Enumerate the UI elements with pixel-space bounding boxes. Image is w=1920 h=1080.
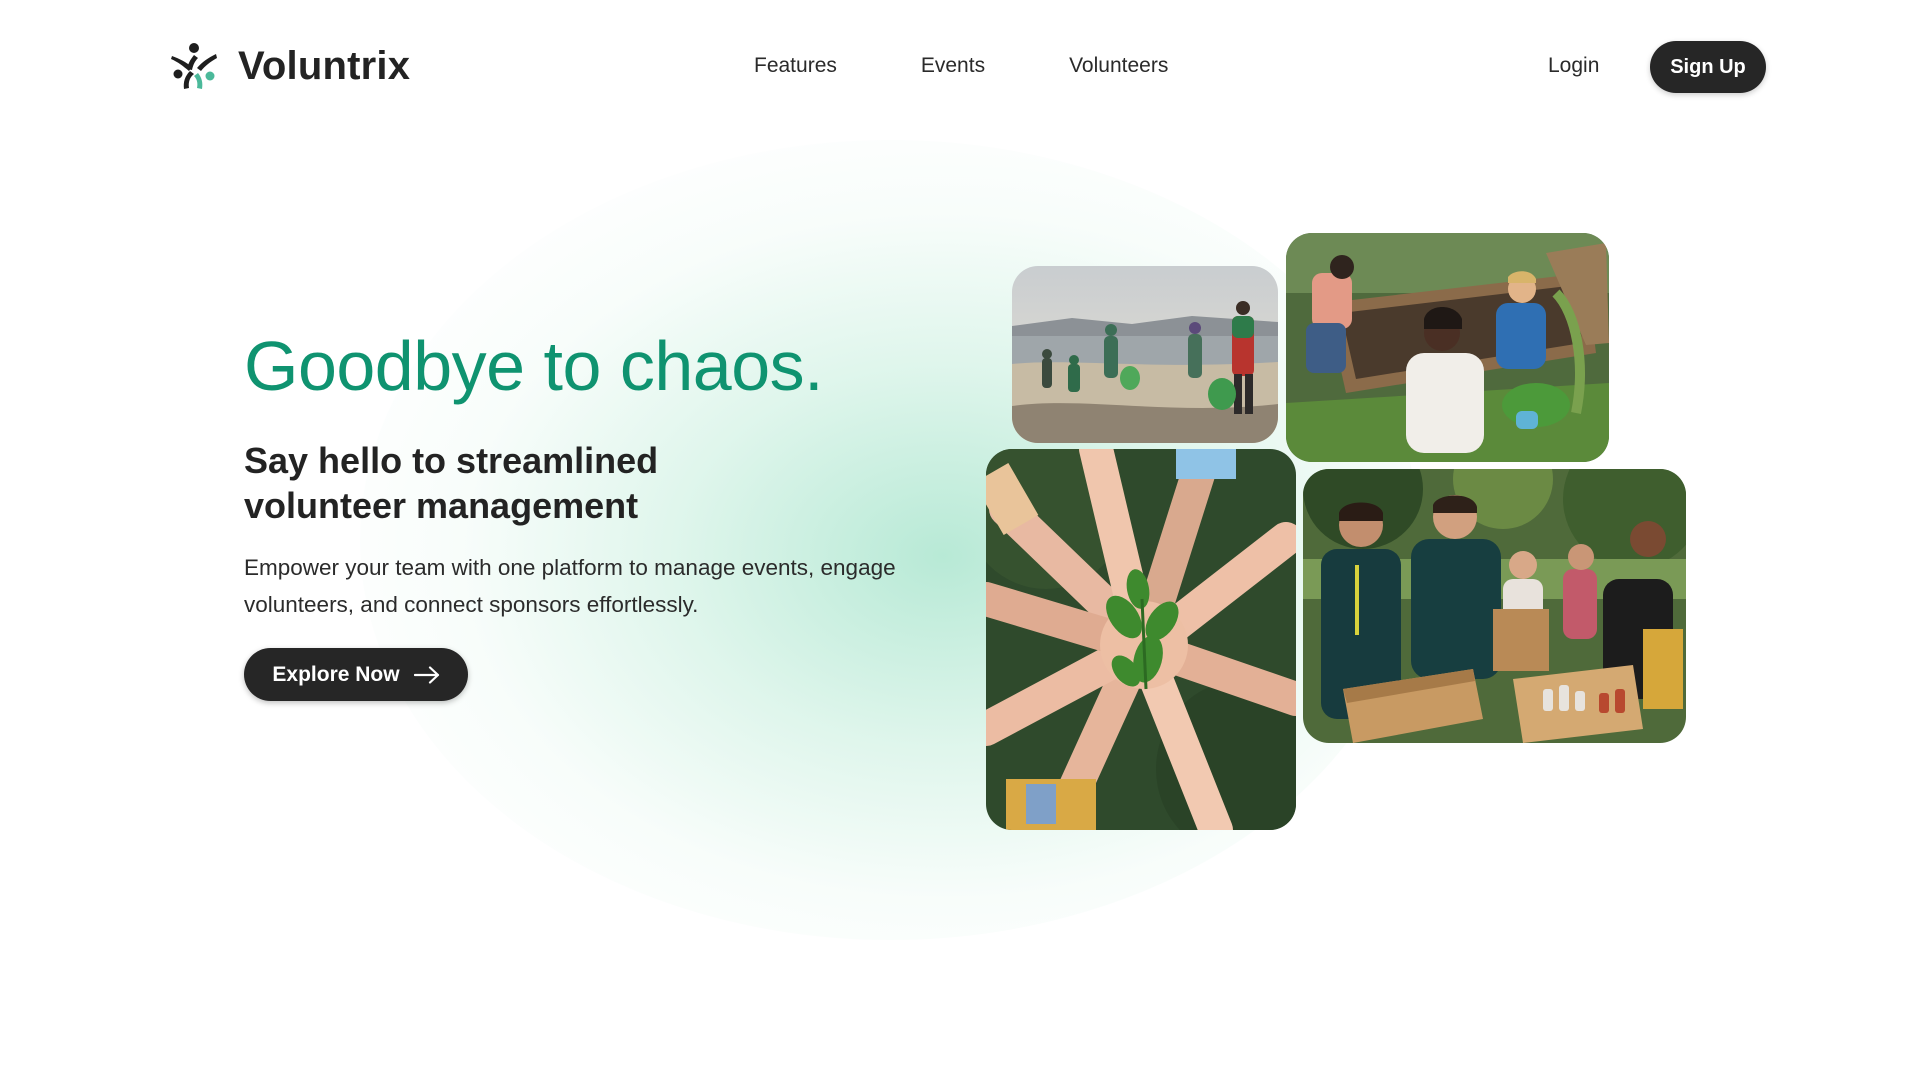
hands-seedling-photo <box>986 449 1296 830</box>
top-navigation: Voluntrix Features Events Volunteers Log… <box>0 0 1920 134</box>
hero-description: Empower your team with one platform to m… <box>244 555 896 617</box>
arrow-right-icon <box>413 665 439 684</box>
community-garden-photo <box>1286 233 1609 462</box>
hero-title: Goodbye to chaos. <box>244 327 824 405</box>
hero-subtitle: Say hello to streamlined volunteer manag… <box>244 440 659 526</box>
login-link[interactable]: Login <box>1548 54 1599 78</box>
explore-now-label: Explore Now <box>272 662 400 686</box>
brand-name: Voluntrix <box>238 43 411 88</box>
nav-link-volunteers[interactable]: Volunteers <box>1069 54 1168 78</box>
nav-link-features[interactable]: Features <box>754 54 837 78</box>
explore-now-button[interactable]: Explore Now <box>244 648 468 701</box>
main-nav: Features Events Volunteers <box>754 54 1252 78</box>
signup-button[interactable]: Sign Up <box>1650 41 1766 93</box>
beach-cleanup-photo <box>1012 266 1278 443</box>
food-donation-photo <box>1303 469 1686 743</box>
brand-logo[interactable]: Voluntrix <box>168 40 410 92</box>
nav-link-events[interactable]: Events <box>921 54 985 78</box>
people-unity-icon <box>171 43 217 89</box>
